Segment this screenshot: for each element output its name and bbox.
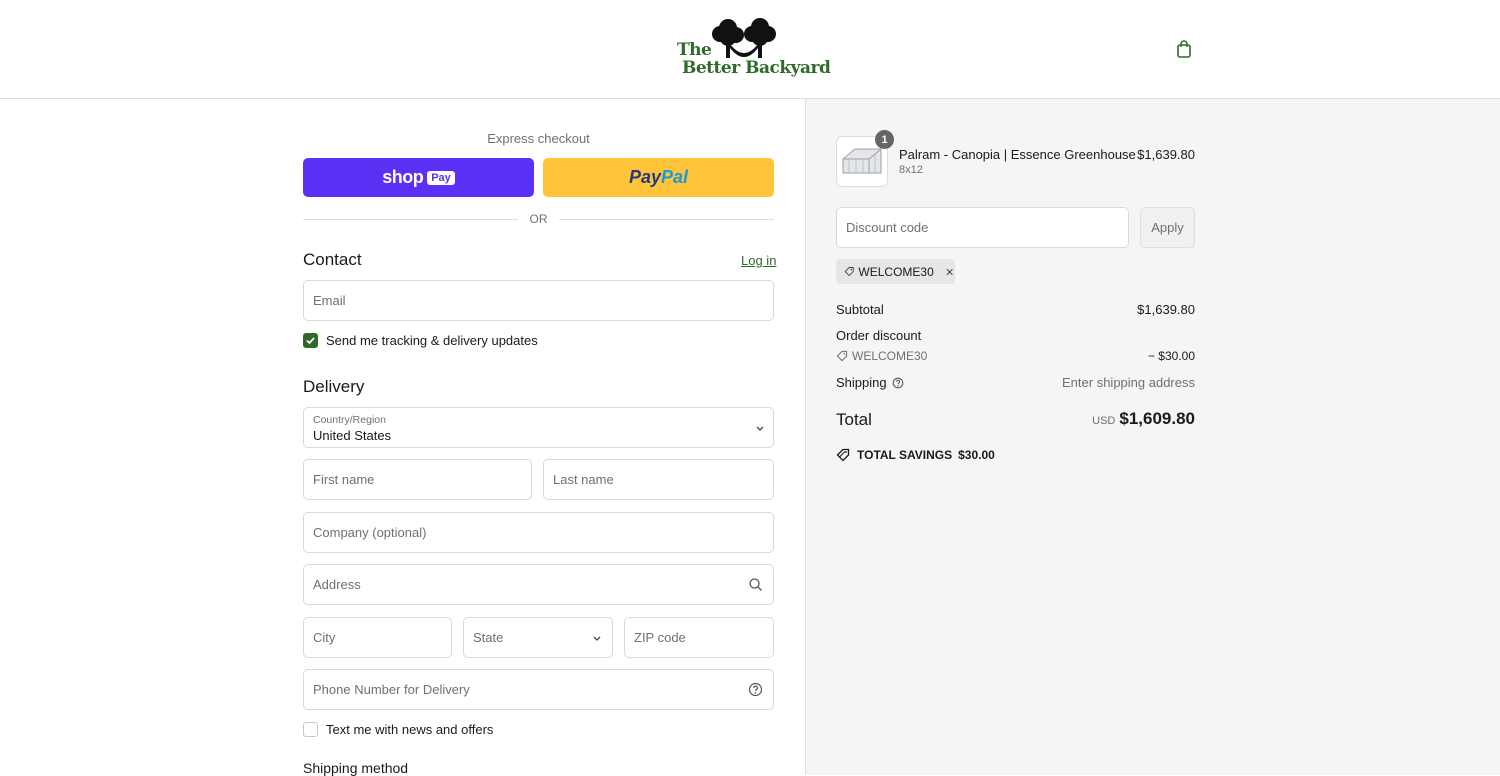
or-label: OR (519, 212, 558, 226)
city-input[interactable] (304, 618, 451, 657)
tracking-updates-checkbox[interactable] (303, 333, 318, 348)
shipping-value: Enter shipping address (1062, 375, 1195, 390)
state-label: State (473, 630, 504, 645)
logo-text-the: The (677, 40, 712, 60)
order-discount-label: Order discount (836, 328, 922, 343)
shipping-label: Shipping (836, 375, 887, 390)
total-savings: TOTAL SAVINGS $30.00 (836, 448, 995, 462)
country-label: Country/Region (313, 414, 386, 426)
news-offers-label: Text me with news and offers (326, 722, 494, 737)
paypal-logo-part2: Pal (661, 167, 689, 187)
subtotal-value: $1,639.80 (1137, 302, 1195, 317)
apply-discount-button[interactable]: Apply (1140, 207, 1195, 248)
shopping-bag-icon (1177, 40, 1191, 58)
state-select[interactable]: State (463, 617, 613, 658)
discount-code-text: WELCOME30 (852, 349, 928, 363)
brand-logo[interactable]: The Better Backyard (676, 14, 831, 84)
subtotal-label: Subtotal (836, 302, 884, 317)
zip-field[interactable] (624, 617, 774, 658)
quantity-badge: 1 (875, 130, 894, 149)
cart-button[interactable] (1173, 38, 1195, 60)
total-savings-label: TOTAL SAVINGS (857, 448, 953, 462)
address-input[interactable] (304, 565, 773, 604)
login-link[interactable]: Log in (741, 253, 776, 268)
news-offers-option[interactable]: Text me with news and offers (303, 722, 493, 737)
chevron-down-icon (756, 426, 764, 431)
shop-pay-badge: Pay (427, 170, 455, 185)
company-input[interactable] (304, 513, 773, 552)
discount-code-input[interactable] (837, 208, 1128, 247)
total-amount: USD $1,609.80 (1000, 409, 1195, 429)
product-variant: 8x12 (899, 164, 923, 176)
savings-tag-icon (836, 448, 850, 462)
help-circle-icon[interactable] (892, 377, 904, 389)
paypal-button[interactable]: Pay Pal (543, 158, 774, 197)
shipping-method-heading: Shipping method (303, 760, 409, 776)
applied-discount-code: WELCOME30 (858, 264, 934, 279)
first-name-field[interactable] (303, 459, 532, 500)
last-name-field[interactable] (543, 459, 774, 500)
or-divider: OR (303, 211, 774, 227)
discount-code-field[interactable] (836, 207, 1129, 248)
contact-heading: Contact (303, 250, 362, 269)
search-icon (749, 578, 762, 591)
first-name-input[interactable] (304, 460, 531, 499)
total-savings-value: $30.00 (958, 448, 995, 462)
site-header: The Better Backyard (0, 0, 1500, 99)
news-offers-checkbox[interactable] (303, 722, 318, 737)
city-field[interactable] (303, 617, 452, 658)
discount-code-line: WELCOME30 (836, 349, 927, 363)
shop-pay-button[interactable]: shop Pay (303, 158, 534, 197)
logo-text-name: Better Backyard (682, 58, 831, 78)
shop-pay-logo: shop (382, 167, 424, 187)
chevron-down-icon (593, 636, 601, 641)
tag-icon (844, 267, 854, 277)
help-circle-icon[interactable] (748, 682, 763, 697)
product-price: $1,639.80 (1137, 147, 1195, 162)
country-select[interactable]: Country/Region United States (303, 407, 774, 448)
phone-input[interactable] (304, 670, 773, 709)
delivery-heading: Delivery (303, 377, 365, 396)
email-field[interactable] (303, 280, 774, 321)
discount-value: − $30.00 (1147, 349, 1195, 363)
paypal-logo-part1: Pay (628, 167, 661, 187)
total-label: Total (836, 410, 872, 429)
email-input[interactable] (304, 281, 773, 320)
company-field[interactable] (303, 512, 774, 553)
currency-code: USD (1092, 415, 1116, 427)
total-value: $1,609.80 (1119, 409, 1195, 428)
country-value: United States (313, 428, 392, 443)
checkmark-icon (306, 337, 315, 345)
zip-input[interactable] (625, 618, 773, 657)
applied-discount-chip: WELCOME30 (836, 259, 955, 284)
order-summary-panel (805, 99, 1500, 775)
last-name-input[interactable] (544, 460, 773, 499)
phone-field[interactable] (303, 669, 774, 710)
tracking-updates-label: Send me tracking & delivery updates (326, 333, 538, 348)
tracking-updates-option[interactable]: Send me tracking & delivery updates (303, 333, 538, 348)
tag-icon (836, 350, 848, 362)
shipping-line: Shipping (836, 375, 904, 390)
address-field[interactable] (303, 564, 774, 605)
express-checkout-label: Express checkout (487, 131, 590, 146)
remove-discount-icon[interactable] (944, 265, 955, 279)
